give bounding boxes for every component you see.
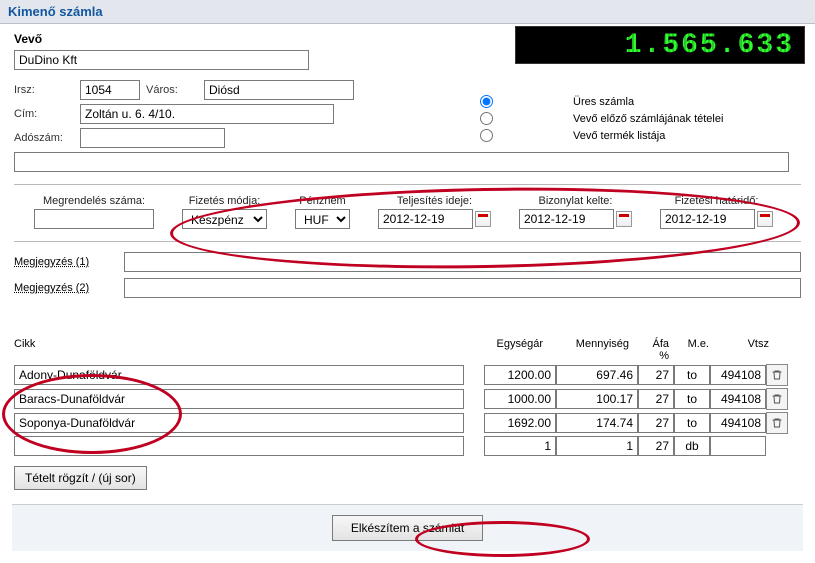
col-vtsz: Vtsz (717, 338, 773, 364)
vtsz-input[interactable] (710, 365, 766, 385)
payment-method-select[interactable]: Készpénz (182, 209, 267, 229)
calendar-icon[interactable] (616, 211, 632, 227)
radio-label-prev: Vevő előző számlájának tételei (573, 113, 723, 125)
due-date-input[interactable] (660, 209, 755, 229)
submit-invoice-button[interactable]: Elkészítem a számlát (332, 515, 483, 541)
quantity-input[interactable] (556, 389, 638, 409)
unitprice-input[interactable] (484, 436, 556, 456)
vtsz-input[interactable] (710, 389, 766, 409)
radio-prev-items[interactable] (480, 112, 493, 125)
quantity-input[interactable] (556, 413, 638, 433)
vat-input[interactable] (638, 436, 674, 456)
trash-icon[interactable] (766, 412, 788, 434)
buyer-name-input[interactable] (14, 50, 309, 70)
cim-label: Cím: (14, 108, 74, 120)
col-unitprice: Egységár (475, 338, 547, 364)
col-quantity: Mennyiség (551, 338, 633, 364)
note1-label: Megjegyzés (1) (14, 256, 124, 268)
fulfillment-date-input[interactable] (378, 209, 473, 229)
vat-input[interactable] (638, 365, 674, 385)
adoszam-input[interactable] (80, 128, 225, 148)
item-row (14, 388, 801, 410)
invoice-mode-radio-group: Üres számla Vevő előző számlájának tétel… (480, 95, 723, 146)
note1-input[interactable] (124, 252, 801, 272)
currency-label: Pénznem (299, 195, 345, 207)
unit-input[interactable] (674, 389, 710, 409)
extra-input[interactable] (14, 152, 789, 172)
col-vat: Áfa % (637, 338, 673, 364)
adoszam-label: Adószám: (14, 132, 74, 144)
document-date-label: Bizonylat kelte: (539, 195, 613, 207)
unit-input[interactable] (674, 365, 710, 385)
radio-label-empty: Üres számla (573, 96, 634, 108)
due-date-label: Fizetési határidő: (675, 195, 759, 207)
order-number-label: Megrendelés száma: (43, 195, 145, 207)
window-title: Kimenő számla (0, 0, 815, 24)
unitprice-input[interactable] (484, 365, 556, 385)
irsz-label: Irsz: (14, 84, 74, 96)
vtsz-input[interactable] (710, 413, 766, 433)
fulfillment-date-label: Teljesítés ideje: (397, 195, 472, 207)
item-row (14, 412, 801, 434)
varos-label: Város: (146, 84, 198, 96)
calendar-icon[interactable] (757, 211, 773, 227)
vat-input[interactable] (638, 413, 674, 433)
unit-input[interactable] (674, 436, 710, 456)
payment-method-label: Fizetés módja: (189, 195, 261, 207)
calendar-icon[interactable] (475, 211, 491, 227)
item-name-input[interactable] (14, 365, 464, 385)
vtsz-input[interactable] (710, 436, 766, 456)
radio-product-list[interactable] (480, 129, 493, 142)
item-row (14, 364, 801, 386)
radio-label-products: Vevő termék listája (573, 130, 665, 142)
add-row-button[interactable]: Tételt rögzít / (új sor) (14, 466, 147, 490)
radio-empty-invoice[interactable] (480, 95, 493, 108)
item-name-input[interactable] (14, 413, 464, 433)
item-name-input[interactable] (14, 389, 464, 409)
order-number-input[interactable] (34, 209, 154, 229)
quantity-input[interactable] (556, 365, 638, 385)
note2-label: Megjegyzés (2) (14, 282, 124, 294)
col-unit: M.e. (677, 338, 713, 364)
irsz-input[interactable] (80, 80, 140, 100)
vat-input[interactable] (638, 389, 674, 409)
item-row (14, 436, 801, 456)
item-column-label: Cikk (14, 338, 475, 350)
quantity-input[interactable] (556, 436, 638, 456)
currency-select[interactable]: HUF (295, 209, 350, 229)
unitprice-input[interactable] (484, 413, 556, 433)
note2-input[interactable] (124, 278, 801, 298)
trash-icon[interactable] (766, 388, 788, 410)
cim-input[interactable] (80, 104, 334, 124)
trash-icon[interactable] (766, 364, 788, 386)
item-name-input[interactable] (14, 436, 464, 456)
varos-input[interactable] (204, 80, 354, 100)
total-counter: 1.565.633 (515, 26, 805, 64)
unit-input[interactable] (674, 413, 710, 433)
unitprice-input[interactable] (484, 389, 556, 409)
document-date-input[interactable] (519, 209, 614, 229)
